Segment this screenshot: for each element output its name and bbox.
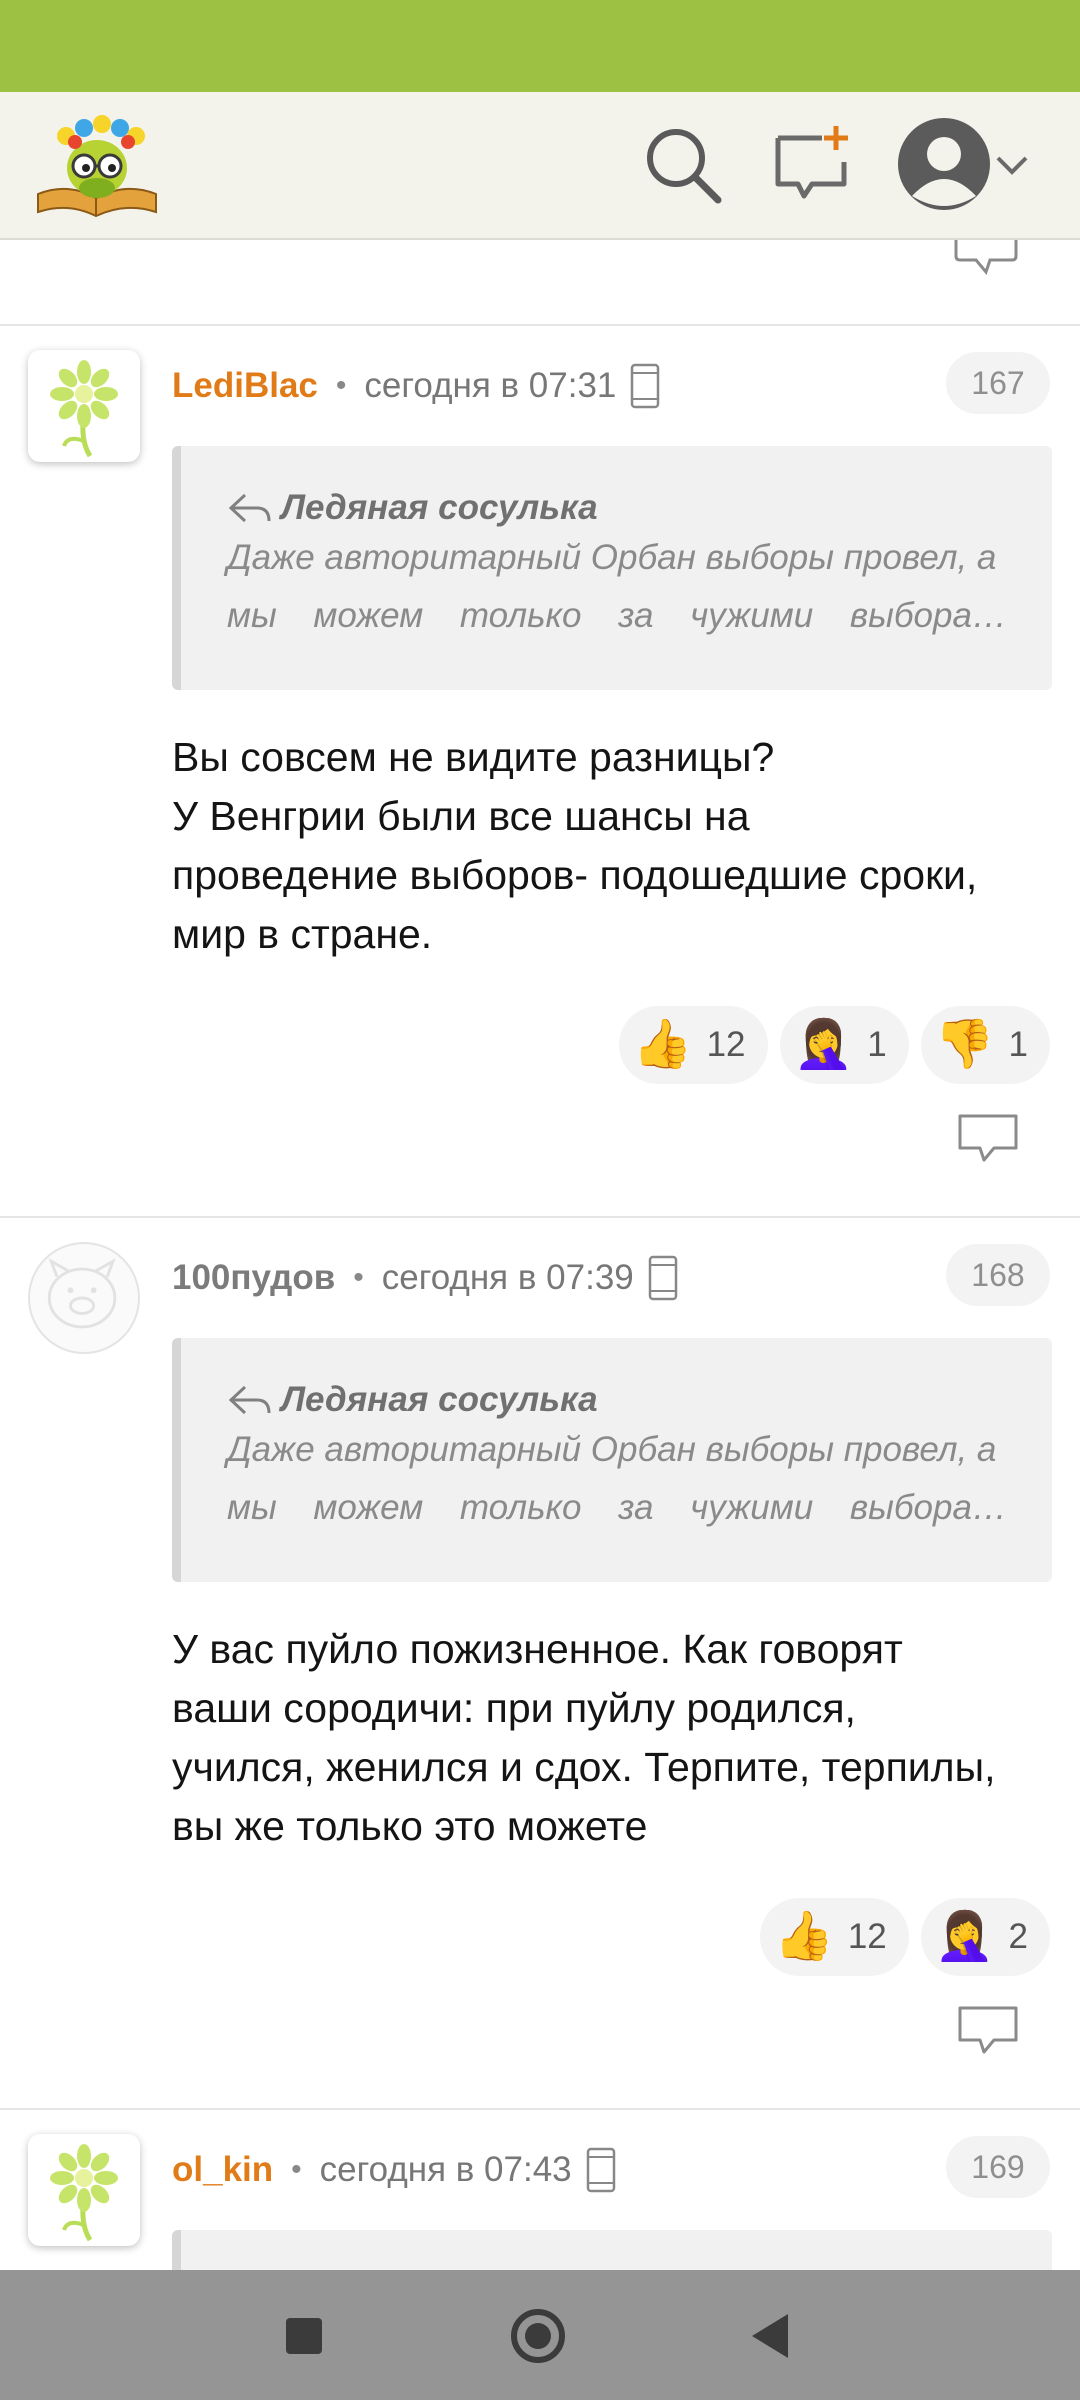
quote-text-line: мы можем только за чужими выбора… [227,1488,1007,1528]
pig-avatar-icon [47,1258,117,1329]
comment-167: LediBlac • сегодня в 07:31 167 Ледяная с… [0,350,1080,1162]
quote-word: чужими [690,1488,814,1527]
reaction-count: 1 [1008,1025,1028,1064]
comment-meta: LediBlac • сегодня в 07:31 [172,362,660,410]
quote-author-name: Ледяная сосулька [281,1380,598,1419]
quote-block[interactable]: Ледяная сосулька Даже авторитарный Орбан… [172,1338,1052,1582]
mobile-device-icon [586,2147,615,2193]
reaction-dislike[interactable]: 👎 1 [920,1006,1050,1084]
separator-dot: • [335,369,347,402]
quote-word: мы [227,1488,277,1527]
reply-arrow-icon [228,493,271,523]
app-header [0,92,1080,240]
reactions-row: 👍 12 🤦‍♀️ 1 👎 1 [618,1006,1050,1084]
home-button[interactable] [506,2304,570,2368]
chevron-down-icon[interactable] [990,144,1034,188]
quote-block[interactable] [172,2230,1052,2270]
quote-word: только [459,596,582,635]
comment-line: Вы совсем не видите разницы? [172,734,775,780]
flower-avatar-icon [50,2144,118,2242]
reactions-row: 👍 12 🤦‍♀️ 2 [760,1898,1050,1976]
user-avatar-icon[interactable] [896,116,992,212]
quote-word: мы [227,596,277,635]
quote-author: Ледяная сосулька [227,1378,598,1422]
author-name[interactable]: LediBlac [172,366,318,406]
facepalm-icon: 🤦‍♀️ [793,1018,854,1071]
comment-line: вы же только это можете [172,1803,648,1849]
divider [0,324,1080,326]
divider [0,2108,1080,2110]
thumbs-up-icon: 👍 [632,1018,693,1071]
separator-dot: • [291,2153,302,2186]
status-bar [0,0,1080,92]
avatar[interactable] [28,1242,140,1354]
comment-body: У вас пуйло пожизненное. Как говорят ваш… [172,1620,1062,1856]
quote-author: Ледяная сосулька [227,486,598,530]
new-message-icon[interactable] [770,122,856,208]
facepalm-icon: 🤦‍♀️ [934,1910,995,1963]
comment-number-badge[interactable]: 167 [946,352,1050,414]
timestamp: сегодня в 07:31 [364,366,617,405]
quote-author-name: Ледяная сосулька [281,488,598,527]
reaction-count: 2 [1008,1917,1028,1956]
quote-text-line: Даже авторитарный Орбан выборы провел, а [227,1430,997,1469]
quote-word: за [618,1488,654,1527]
comment-line: У Венгрии были все шансы на [172,793,750,839]
reaction-count: 1 [867,1025,887,1064]
comment-number-badge[interactable]: 168 [946,1244,1050,1306]
quote-word: выбора… [849,1488,1007,1527]
avatar[interactable] [28,2134,140,2246]
quote-word: можем [313,1488,424,1527]
timestamp: сегодня в 07:43 [319,2150,572,2189]
search-icon[interactable] [640,122,726,208]
reaction-facepalm[interactable]: 🤦‍♀️ 2 [920,1898,1050,1976]
reaction-like[interactable]: 👍 12 [760,1898,909,1976]
comment-line: мир в стране. [172,911,433,957]
comment-line: У вас пуйло пожизненное. Как говорят [172,1626,903,1672]
author-name[interactable]: ol_kin [172,2150,273,2190]
comment-line: проведение выборов- подошедшие сроки, [172,852,978,898]
quote-word: выбора… [849,596,1007,635]
reaction-like[interactable]: 👍 12 [618,1006,768,1084]
quote-text-line: мы можем только за чужими выбора… [227,596,1007,636]
flower-avatar-icon [50,360,118,458]
avatar[interactable] [28,350,140,462]
reply-icon[interactable] [956,2004,1020,2056]
comment-168: 100пудов • сегодня в 07:39 168 Ледяная с… [0,1242,1080,2054]
divider [0,1216,1080,1218]
quote-word: чужими [690,596,814,635]
reaction-count: 12 [706,1025,746,1064]
quote-word: за [618,596,654,635]
site-logo[interactable] [32,110,162,222]
system-nav-bar [0,2270,1080,2400]
quote-block[interactable]: Ледяная сосулька Даже авторитарный Орбан… [172,446,1052,690]
comment-169: ol_kin • сегодня в 07:43 169 [0,2134,1080,2270]
comment-meta: 100пудов • сегодня в 07:39 [172,1254,678,1302]
reply-icon[interactable] [956,1112,1020,1164]
thumbs-down-icon: 👎 [934,1018,995,1071]
comment-number-badge[interactable]: 169 [946,2136,1050,2198]
quote-word: только [459,1488,582,1527]
mobile-device-icon [631,363,660,409]
comment-meta: ol_kin • сегодня в 07:43 [172,2146,616,2194]
author-name[interactable]: 100пудов [172,1258,335,1298]
comment-line: ваши сородичи: при пуйлу родился, [172,1685,856,1731]
recents-button[interactable] [272,2304,336,2368]
back-button[interactable] [740,2304,804,2368]
comment-body: Вы совсем не видите разницы? У Венгрии б… [172,728,1062,964]
timestamp: сегодня в 07:39 [381,1258,634,1297]
comments-feed: LediBlac • сегодня в 07:31 167 Ледяная с… [0,240,1080,2270]
thumbs-up-icon: 👍 [774,1910,834,1963]
reaction-count: 12 [847,1917,887,1956]
quote-word: можем [313,596,424,635]
comment-line: учился, женился и сдох. Терпите, терпилы… [172,1744,996,1790]
mobile-device-icon [648,1255,678,1301]
reaction-facepalm[interactable]: 🤦‍♀️ 1 [779,1006,909,1084]
reply-icon[interactable] [954,240,1018,278]
separator-dot: • [353,1261,364,1294]
quote-text-line: Даже авторитарный Орбан выборы провел, а [227,538,997,577]
reply-arrow-icon [228,1385,271,1415]
